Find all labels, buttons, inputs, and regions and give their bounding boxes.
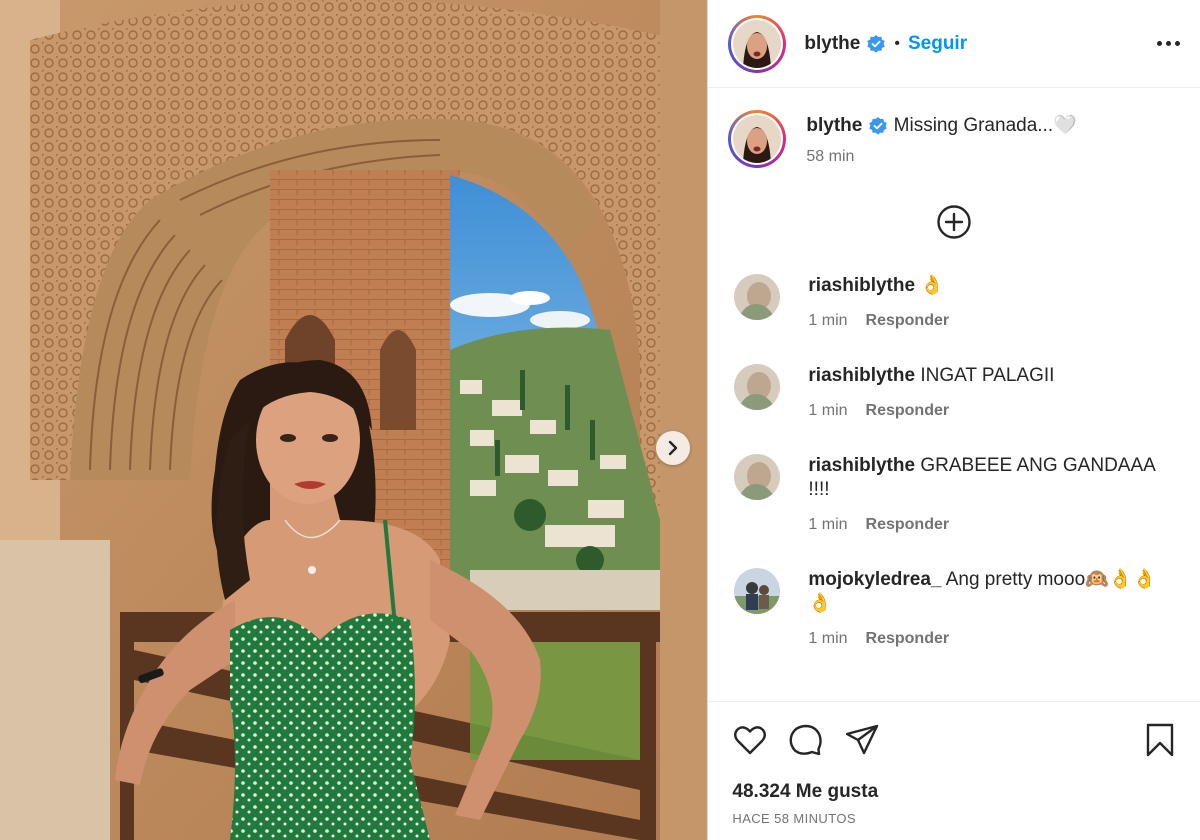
reply-button[interactable]: Responder xyxy=(866,630,950,647)
comment-item: riashiblythe INGAT PALAGII 1 min Responde… xyxy=(708,364,1200,420)
instagram-post: blythe • Seguir blythe Missing Granada..… xyxy=(0,0,1200,840)
chevron-right-icon xyxy=(668,440,678,456)
more-options-icon[interactable] xyxy=(1157,41,1180,46)
reply-button[interactable]: Responder xyxy=(866,516,950,533)
commenter-avatar[interactable] xyxy=(734,274,781,320)
likes-count[interactable]: 48.324 Me gusta xyxy=(708,777,1200,803)
comment-time: 1 min xyxy=(808,630,848,647)
commenter-avatar[interactable] xyxy=(734,364,781,410)
post-photo[interactable] xyxy=(0,0,708,840)
post-side-panel: blythe • Seguir blythe Missing Granada..… xyxy=(707,0,1200,840)
like-button[interactable] xyxy=(732,722,768,758)
comment-item: mojokyledrea_ Ang pretty mooo🙉👌👌👌 1 min R… xyxy=(708,568,1200,648)
caption-author-avatar[interactable] xyxy=(728,110,787,168)
comment-bubble-icon xyxy=(789,724,823,755)
comment-button[interactable] xyxy=(788,722,824,758)
next-photo-button[interactable] xyxy=(656,431,690,465)
paper-plane-icon xyxy=(846,724,879,754)
commenter-username[interactable]: riashiblythe xyxy=(808,455,915,476)
save-button[interactable] xyxy=(1144,722,1176,758)
bookmark-icon xyxy=(1146,723,1174,756)
verified-badge-icon xyxy=(866,34,886,54)
comment-text: INGAT PALAGII xyxy=(920,365,1055,386)
post-actions-bar xyxy=(708,701,1200,777)
post-timestamp: HACE 58 MINUTOS xyxy=(732,811,856,826)
post-image xyxy=(0,0,708,840)
author-avatar[interactable] xyxy=(728,14,787,73)
caption-time: 58 min xyxy=(806,148,855,165)
comment-time: 1 min xyxy=(808,312,848,329)
commenter-username[interactable]: mojokyledrea_ xyxy=(808,569,941,590)
commenter-avatar[interactable] xyxy=(734,568,781,614)
share-button[interactable] xyxy=(844,722,880,758)
heart-icon xyxy=(734,725,767,754)
commenter-avatar[interactable] xyxy=(734,454,781,500)
load-more-comments-button[interactable] xyxy=(936,204,972,240)
comment-time: 1 min xyxy=(808,402,848,419)
comments-section[interactable]: blythe Missing Granada...🤍 58 min riashi… xyxy=(708,88,1200,701)
commenter-username[interactable]: riashiblythe xyxy=(808,275,915,296)
author-username[interactable]: blythe xyxy=(804,33,860,55)
plus-circle-icon xyxy=(937,205,971,239)
post-caption: blythe Missing Granada...🤍 58 min xyxy=(708,88,1200,168)
comment-item: riashiblythe GRABEEE ANG GANDAAA !!!! 1 … xyxy=(708,454,1200,534)
caption-text: Missing Granada...🤍 xyxy=(893,115,1077,136)
caption-username[interactable]: blythe xyxy=(806,115,862,136)
reply-button[interactable]: Responder xyxy=(866,312,950,329)
comment-time: 1 min xyxy=(808,516,848,533)
comment-item: riashiblythe 👌 1 min Responder xyxy=(708,274,1200,330)
post-header: blythe • Seguir xyxy=(708,0,1200,88)
comment-text: 👌 xyxy=(920,275,945,296)
header-separator: • xyxy=(894,34,900,52)
commenter-username[interactable]: riashiblythe xyxy=(808,365,915,386)
reply-button[interactable]: Responder xyxy=(866,402,950,419)
verified-badge-icon xyxy=(868,116,888,136)
follow-button[interactable]: Seguir xyxy=(908,33,967,55)
